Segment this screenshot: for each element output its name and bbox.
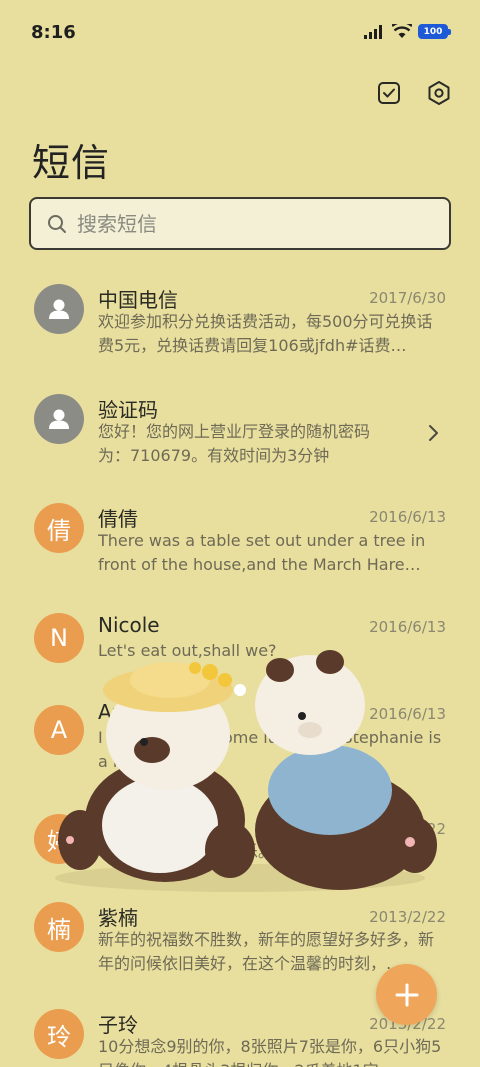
message-date: 2016/6/13 <box>369 617 446 636</box>
settings-icon <box>428 81 450 105</box>
avatar-letter: N <box>50 623 68 652</box>
conversation-row[interactable]: 验证码 您好！您的网上营业厅登录的随机密码为：710679。有效时间为3分钟 <box>0 380 480 490</box>
battery-level: 100 <box>423 26 443 37</box>
message-date: 2013/2/22 <box>369 820 446 838</box>
contact-name: 中国电信 <box>98 288 178 312</box>
avatar: 楠 <box>34 902 84 952</box>
contact-name: 紫楠 <box>98 906 138 930</box>
conversation-row[interactable]: 婷 燕婷 2013/2/22 嗯，收到啦。同乐同乐。 <box>0 794 480 880</box>
message-preview: 您好！您的网上营业厅登录的随机密码为：710679。有效时间为3分钟 <box>98 421 371 465</box>
conversation-row[interactable]: 倩 倩倩 2016/6/13 There was a table set out… <box>0 489 480 599</box>
settings-button[interactable] <box>424 78 454 108</box>
avatar-letter: A <box>50 716 68 744</box>
message-date: 2016/6/13 <box>369 705 446 723</box>
avatar: 玲 <box>34 1009 84 1059</box>
avatar: N <box>34 612 84 663</box>
contact-name: 验证码 <box>98 397 158 422</box>
message-preview: There was a table set out under a tree i… <box>98 531 426 574</box>
avatar: 婷 <box>34 814 84 864</box>
checkbox-icon <box>378 82 400 104</box>
message-preview: Let's eat out,shall we? <box>98 640 277 660</box>
contact-name: 倩倩 <box>98 507 138 531</box>
avatar-letter: 倩 <box>47 516 71 545</box>
conversation-row[interactable]: N Nicole 2016/6/13 Let's eat out,shall w… <box>0 599 480 709</box>
new-message-button[interactable] <box>376 964 437 1025</box>
message-preview: 10分想念9别的你，8张照片7张是你，6只小狗5只像你，4根骨头3根归你，2爪着… <box>98 1037 442 1067</box>
status-time: 8:16 <box>31 22 76 43</box>
contact-name: Nicole <box>98 612 160 637</box>
message-date: 2016/6/13 <box>369 508 446 526</box>
contact-name: 子玲 <box>98 1013 138 1037</box>
select-button[interactable] <box>374 78 404 108</box>
plus-icon <box>395 983 418 1006</box>
search-icon <box>48 214 66 233</box>
avatar: 倩 <box>34 503 84 553</box>
search-input[interactable] <box>77 211 407 236</box>
signal-icon <box>364 24 382 39</box>
message-preview: I guess you're some lucky guy.Stephanie … <box>98 728 442 771</box>
avatar-letter: 楠 <box>47 915 71 944</box>
message-date: 2017/6/30 <box>369 289 446 307</box>
battery-icon: 100 <box>418 24 451 39</box>
status-bar: 8:16 100 <box>0 0 480 68</box>
contact-name: Andy <box>98 700 149 724</box>
conversation-row[interactable]: A Andy 2016/6/13 I guess you're some luc… <box>0 700 480 794</box>
message-date: 2013/2/22 <box>369 908 446 926</box>
message-preview: 嗯，收到啦。同乐同乐。 <box>98 842 275 861</box>
contact-icon <box>49 299 69 319</box>
avatar-letter: 玲 <box>47 1022 71 1051</box>
status-icons: 100 <box>364 24 451 39</box>
contact-icon <box>49 409 69 429</box>
avatar-letter: 婷 <box>47 827 71 856</box>
avatar <box>34 393 84 444</box>
top-actions <box>374 78 454 108</box>
chevron-right-icon <box>429 424 438 441</box>
page-title: 短信 <box>32 141 111 185</box>
avatar <box>34 284 84 334</box>
conversation-row[interactable]: 中国电信 2017/6/30 欢迎参加积分兑换话费活动，每500分可兑换话费5元… <box>0 270 480 380</box>
contact-name: 燕婷 <box>98 818 138 842</box>
search-bar[interactable] <box>29 197 451 250</box>
conversation-list: 中国电信 2017/6/30 欢迎参加积分兑换话费活动，每500分可兑换话费5元… <box>0 270 480 1067</box>
avatar: A <box>34 705 84 755</box>
message-preview: 欢迎参加积分兑换话费活动，每500分可兑换话费5元，兑换话费请回复106或jfd… <box>98 312 433 355</box>
wifi-icon <box>392 24 412 38</box>
